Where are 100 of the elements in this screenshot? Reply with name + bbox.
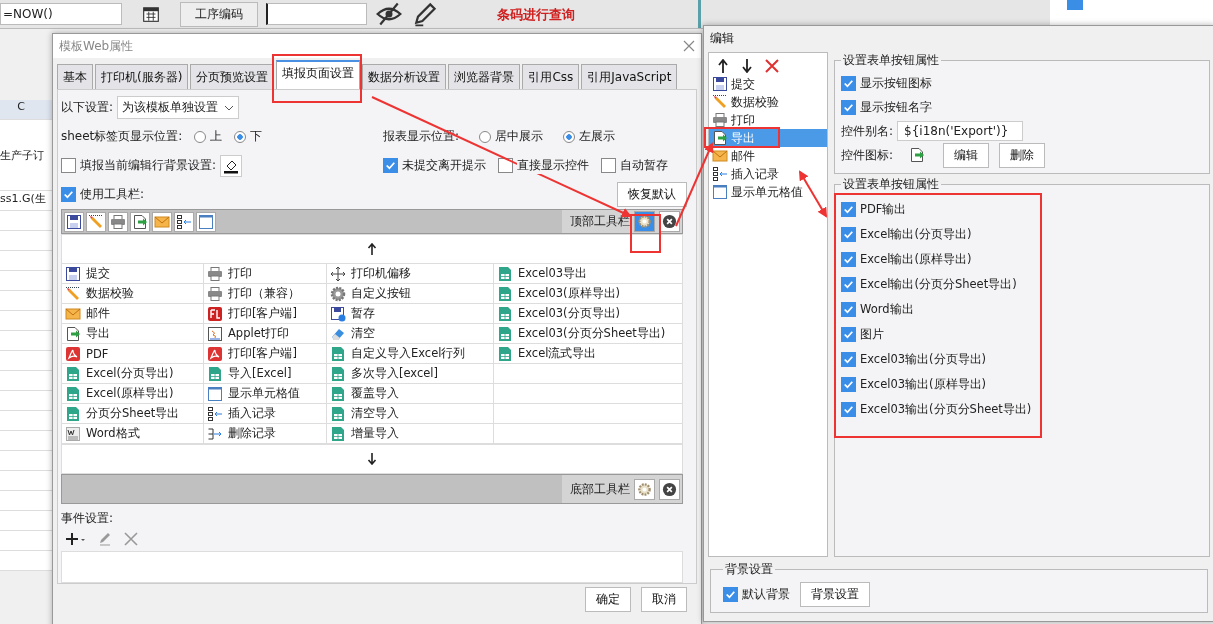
checkbox[interactable]: [61, 158, 76, 173]
button-option[interactable]: Excel(原样导出): [62, 384, 204, 404]
checkbox[interactable]: [841, 202, 856, 217]
button-option[interactable]: 暂存: [327, 304, 494, 324]
radio-label[interactable]: 居中展示: [495, 128, 544, 145]
checkbox[interactable]: [841, 352, 856, 367]
button-option[interactable]: 提交: [62, 264, 204, 284]
calendar-icon[interactable]: [142, 5, 160, 23]
button-option[interactable]: Applet打印: [204, 324, 327, 344]
radio-label[interactable]: 左展示: [579, 128, 616, 145]
checkbox[interactable]: [841, 327, 856, 342]
button-option[interactable]: 打印: [204, 264, 327, 284]
button-option[interactable]: 清空: [327, 324, 494, 344]
alias-field[interactable]: ${i18n('Export')}: [897, 121, 1024, 141]
list-item[interactable]: 打印: [709, 111, 827, 129]
checkbox-label[interactable]: PDF输出: [860, 202, 907, 217]
checkbox-label[interactable]: 显示按钮名字: [860, 98, 932, 116]
tab[interactable]: 基本: [57, 64, 93, 89]
button-option[interactable]: 导出: [62, 324, 204, 344]
checkbox[interactable]: [841, 75, 856, 91]
button-option[interactable]: 自定义按钮: [327, 284, 494, 304]
checkbox[interactable]: [841, 277, 856, 292]
tab[interactable]: 浏览器背景: [448, 64, 521, 89]
arrow-down-icon[interactable]: [367, 453, 377, 465]
button-option[interactable]: 清空导入: [327, 404, 494, 424]
button-option[interactable]: 数据校验: [62, 284, 204, 304]
checkbox-label[interactable]: 使用工具栏:: [80, 186, 145, 203]
checkbox[interactable]: [601, 158, 616, 173]
checkbox-label[interactable]: 默认背景: [742, 585, 790, 603]
checkbox[interactable]: [841, 302, 856, 317]
checkbox-label[interactable]: Excel03输出(原样导出): [860, 377, 987, 392]
checkbox-label[interactable]: 直接显示控件: [517, 157, 589, 174]
arrow-up-icon[interactable]: [367, 243, 377, 255]
radio-button[interactable]: [563, 130, 576, 143]
add-icon[interactable]: [65, 531, 87, 547]
tab[interactable]: 数据分析设置: [362, 64, 447, 89]
button-option[interactable]: Excel(分页导出): [62, 364, 204, 384]
button-option[interactable]: Excel03(分页导出): [494, 304, 683, 324]
checkbox[interactable]: [61, 187, 76, 202]
list-item[interactable]: 显示单元格值: [709, 183, 827, 201]
code-field[interactable]: [266, 3, 367, 25]
radio-button[interactable]: [194, 130, 207, 143]
tab[interactable]: 打印机(服务器): [95, 64, 189, 89]
checkbox[interactable]: [841, 99, 856, 115]
checkbox-label[interactable]: Excel输出(分页导出): [860, 227, 972, 242]
radio-button[interactable]: [234, 130, 247, 143]
button-option[interactable]: 导入[Excel]: [204, 364, 327, 384]
formula-field[interactable]: =NOW(): [0, 3, 122, 25]
icon-action-button[interactable]: 编辑: [943, 142, 990, 168]
eye-off-icon[interactable]: [375, 0, 403, 28]
button-option[interactable]: Excel流式导出: [494, 344, 683, 364]
remove-button[interactable]: [659, 478, 680, 500]
background-settings-button[interactable]: 背景设置: [800, 581, 870, 607]
caret-icon[interactable]: [224, 104, 235, 111]
button-option[interactable]: Excel03导出: [494, 264, 683, 284]
dialog-button[interactable]: 确定: [585, 587, 631, 612]
arrow-down-icon[interactable]: [741, 59, 753, 73]
checkbox-label[interactable]: 未提交离开提示: [402, 157, 486, 174]
button-option[interactable]: 打印[客户端]: [204, 344, 327, 364]
checkbox[interactable]: [841, 252, 856, 267]
delete-icon[interactable]: [123, 531, 139, 547]
list-item[interactable]: 提交: [709, 75, 827, 93]
checkbox[interactable]: [841, 377, 856, 392]
checkbox-label[interactable]: 显示按钮图标: [860, 74, 932, 92]
checkbox-label[interactable]: Excel03输出(分页导出): [860, 352, 987, 367]
button-option[interactable]: Excel03(原样导出): [494, 284, 683, 304]
paint-bucket-button[interactable]: [220, 154, 243, 177]
checkbox-label[interactable]: 填报当前编辑行背景设置:: [80, 157, 217, 174]
checkbox[interactable]: [841, 227, 856, 242]
scope-dropdown[interactable]: 为该模板单独设置: [117, 96, 240, 119]
tab[interactable]: 引用JavaScript: [581, 64, 678, 89]
checkbox-label[interactable]: Excel输出(原样导出): [860, 252, 972, 267]
icon-action-button[interactable]: 删除: [999, 142, 1046, 168]
arrow-up-icon[interactable]: [717, 59, 729, 73]
restore-default-button[interactable]: 恢复默认: [617, 182, 687, 207]
list-item[interactable]: 插入记录: [709, 165, 827, 183]
button-option[interactable]: 打印[客户端]: [204, 304, 327, 324]
checkbox-label[interactable]: 自动暂存: [620, 157, 668, 174]
list-item[interactable]: 数据校验: [709, 93, 827, 111]
button-option[interactable]: PDF: [62, 344, 204, 364]
button-option[interactable]: 分页分Sheet导出: [62, 404, 204, 424]
radio-label[interactable]: 上: [210, 128, 223, 145]
tab[interactable]: 填报页面设置: [276, 60, 361, 89]
button-option[interactable]: Excel03(分页分Sheet导出): [494, 324, 683, 344]
tab[interactable]: 分页预览设置: [190, 64, 275, 89]
settings-button[interactable]: [634, 211, 655, 232]
checkbox-label[interactable]: 图片: [860, 327, 884, 342]
checkbox[interactable]: [841, 402, 856, 417]
checkbox[interactable]: [723, 586, 738, 602]
button-option[interactable]: 打印机偏移: [327, 264, 494, 284]
button-option[interactable]: 插入记录: [204, 404, 327, 424]
delete-icon[interactable]: [765, 59, 779, 73]
button-option[interactable]: 覆盖导入: [327, 384, 494, 404]
radio-button[interactable]: [479, 130, 492, 143]
list-item[interactable]: 邮件: [709, 147, 827, 165]
button-option[interactable]: 显示单元格值: [204, 384, 327, 404]
button-option[interactable]: 自定义导入Excel行列: [327, 344, 494, 364]
button-option[interactable]: 打印（兼容）: [204, 284, 327, 304]
radio-label[interactable]: 下: [250, 128, 263, 145]
button-option[interactable]: 邮件: [62, 304, 204, 324]
